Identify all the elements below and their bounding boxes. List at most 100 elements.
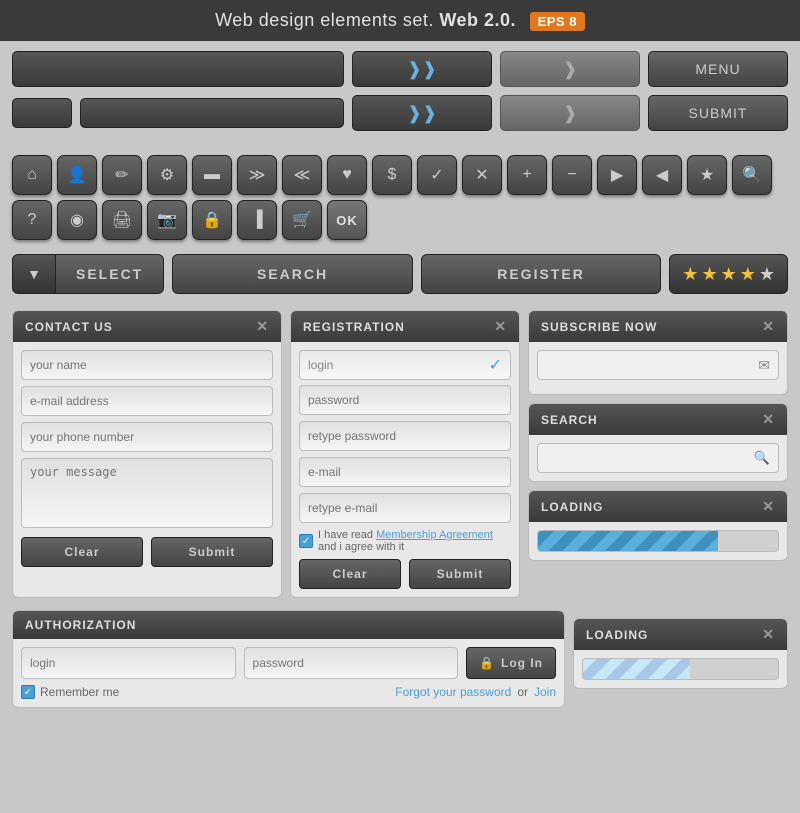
heart-icon-btn[interactable]: ♥ bbox=[327, 155, 367, 195]
user-icon: 👤 bbox=[67, 165, 87, 185]
registration-panel-header: REGISTRATION ✕ bbox=[291, 311, 519, 342]
star-5[interactable]: ★ bbox=[759, 264, 775, 285]
auth-password-input[interactable] bbox=[244, 647, 459, 679]
search-icon: 🔍 bbox=[742, 165, 762, 185]
search-input[interactable] bbox=[546, 451, 754, 465]
subscribe-email-input[interactable] bbox=[546, 358, 754, 372]
arrow-left-icon: ◀ bbox=[656, 165, 668, 185]
select-button[interactable]: ▼ SELECT bbox=[12, 254, 164, 294]
registration-close-button[interactable]: ✕ bbox=[494, 318, 507, 335]
contact-clear-button[interactable]: Clear bbox=[21, 537, 143, 567]
subscribe-panel: SUBSCRIBE NOW ✕ ✉ bbox=[528, 310, 788, 395]
auth-input-row: 🔒 Log In bbox=[21, 647, 556, 679]
minus-icon-btn[interactable]: − bbox=[552, 155, 592, 195]
registration-clear-button[interactable]: Clear bbox=[299, 559, 401, 589]
pencil-icon-btn[interactable]: ✏ bbox=[102, 155, 142, 195]
user-icon-btn[interactable]: 👤 bbox=[57, 155, 97, 195]
check-icon-btn[interactable]: ✓ bbox=[417, 155, 457, 195]
search-button[interactable]: SEARCH bbox=[172, 254, 413, 294]
star-2[interactable]: ★ bbox=[701, 264, 717, 285]
registration-submit-button[interactable]: Submit bbox=[409, 559, 511, 589]
remember-checkbox[interactable]: ✓ bbox=[21, 685, 35, 699]
log-in-button[interactable]: 🔒 Log In bbox=[466, 647, 556, 679]
join-link[interactable]: Join bbox=[534, 685, 556, 699]
contact-email-input[interactable] bbox=[21, 386, 273, 416]
contact-panel: CONTACT US ✕ Clear Submit bbox=[12, 310, 282, 598]
retype-password-input[interactable] bbox=[299, 421, 511, 451]
contact-panel-title: CONTACT US bbox=[25, 320, 113, 334]
loading-panel-2: LOADING ✕ bbox=[573, 618, 788, 689]
camera-icon-btn[interactable]: 📷 bbox=[147, 200, 187, 240]
menu-button[interactable]: MENU bbox=[648, 51, 788, 87]
pencil-icon: ✏ bbox=[115, 165, 128, 185]
membership-link[interactable]: Membership Agreement bbox=[376, 529, 493, 541]
star-rating[interactable]: ★ ★ ★ ★ ★ bbox=[669, 254, 788, 294]
contact-phone-input[interactable] bbox=[21, 422, 273, 452]
input-bar-2a[interactable] bbox=[12, 98, 72, 128]
agreement-checkbox[interactable]: ✓ bbox=[299, 534, 313, 548]
star-3[interactable]: ★ bbox=[721, 264, 737, 285]
lock-icon-btn[interactable]: 🔒 bbox=[192, 200, 232, 240]
star-4[interactable]: ★ bbox=[740, 264, 756, 285]
registration-panel-body: login ✓ ✓ I have read Membership Agreeme… bbox=[291, 342, 519, 597]
search-icon[interactable]: 🔍 bbox=[754, 450, 770, 466]
dropdown-1[interactable]: ❱❱ bbox=[352, 51, 492, 87]
submit-button[interactable]: SUBMIT bbox=[648, 95, 788, 131]
loading-1-close-button[interactable]: ✕ bbox=[762, 498, 775, 515]
password-input[interactable] bbox=[299, 385, 511, 415]
controls-section: ❱❱ ❱ MENU ❱❱ ❱ SUBMIT bbox=[0, 41, 800, 149]
star-icon-btn[interactable]: ★ bbox=[687, 155, 727, 195]
dropdown-3[interactable]: ❱❱ bbox=[352, 95, 492, 131]
contact-message-input[interactable] bbox=[21, 458, 273, 528]
close-icon-btn[interactable]: ✕ bbox=[462, 155, 502, 195]
dropdown-4[interactable]: ❱ bbox=[500, 95, 640, 131]
camera-icon: 📷 bbox=[157, 210, 177, 230]
arrow-right-icon-btn[interactable]: ▶ bbox=[597, 155, 637, 195]
search-close-button[interactable]: ✕ bbox=[762, 411, 775, 428]
dollar-icon-btn[interactable]: $ bbox=[372, 155, 412, 195]
chat-icon-btn[interactable]: ▬ bbox=[192, 155, 232, 195]
home-icon-btn[interactable]: ⌂ bbox=[12, 155, 52, 195]
retype-email-input[interactable] bbox=[299, 493, 511, 523]
question-icon-btn[interactable]: ? bbox=[12, 200, 52, 240]
loading-1-title: LOADING bbox=[541, 500, 603, 514]
register-button[interactable]: REGISTER bbox=[421, 254, 662, 294]
subscribe-close-button[interactable]: ✕ bbox=[762, 318, 775, 335]
reg-email-input[interactable] bbox=[299, 457, 511, 487]
arrow-left-icon-btn[interactable]: ◀ bbox=[642, 155, 682, 195]
gear-icon-btn[interactable]: ⚙ bbox=[147, 155, 187, 195]
chevrons-down-icon-btn[interactable]: ≫ bbox=[237, 155, 277, 195]
star-1[interactable]: ★ bbox=[682, 264, 698, 285]
contact-submit-button[interactable]: Submit bbox=[151, 537, 273, 567]
auth-links-row: ✓ Remember me Forgot your password or Jo… bbox=[21, 685, 556, 699]
progress-bar-1 bbox=[537, 530, 779, 552]
ok-icon-btn[interactable]: OK bbox=[327, 200, 367, 240]
dropdown-2[interactable]: ❱ bbox=[500, 51, 640, 87]
print-icon-btn[interactable]: 🖨 bbox=[102, 200, 142, 240]
auth-login-input[interactable] bbox=[21, 647, 236, 679]
loading-2-close-button[interactable]: ✕ bbox=[762, 626, 775, 643]
chevron-icon-2: ❱ bbox=[562, 59, 577, 80]
chevrons-up-icon-btn[interactable]: ≪ bbox=[282, 155, 322, 195]
input-bar-1[interactable] bbox=[12, 51, 344, 87]
chevron-down-icon: ❱❱ bbox=[407, 59, 437, 80]
rss-icon-btn[interactable]: ◉ bbox=[57, 200, 97, 240]
registration-panel: REGISTRATION ✕ login ✓ ✓ I have read Mem… bbox=[290, 310, 520, 598]
input-bar-2b[interactable] bbox=[80, 98, 344, 128]
chart-icon-btn[interactable]: ▐ bbox=[237, 200, 277, 240]
cart-icon-btn[interactable]: 🛒 bbox=[282, 200, 322, 240]
search-icon-btn[interactable]: 🔍 bbox=[732, 155, 772, 195]
plus-icon-btn[interactable]: + bbox=[507, 155, 547, 195]
loading-panel-2-header: LOADING ✕ bbox=[574, 619, 787, 650]
question-icon: ? bbox=[28, 211, 37, 229]
contact-close-button[interactable]: ✕ bbox=[256, 318, 269, 335]
forgot-password-link[interactable]: Forgot your password bbox=[395, 685, 511, 699]
auth-panel-header: AUTHORIZATION bbox=[13, 611, 564, 639]
login-field[interactable]: login ✓ bbox=[299, 350, 511, 380]
loading-panel-1: LOADING ✕ bbox=[528, 490, 788, 561]
chevron-icon-4: ❱ bbox=[562, 103, 577, 124]
search-input-row[interactable]: 🔍 bbox=[537, 443, 779, 473]
subscribe-input-row[interactable]: ✉ bbox=[537, 350, 779, 380]
contact-name-input[interactable] bbox=[21, 350, 273, 380]
rss-icon: ◉ bbox=[70, 210, 84, 230]
